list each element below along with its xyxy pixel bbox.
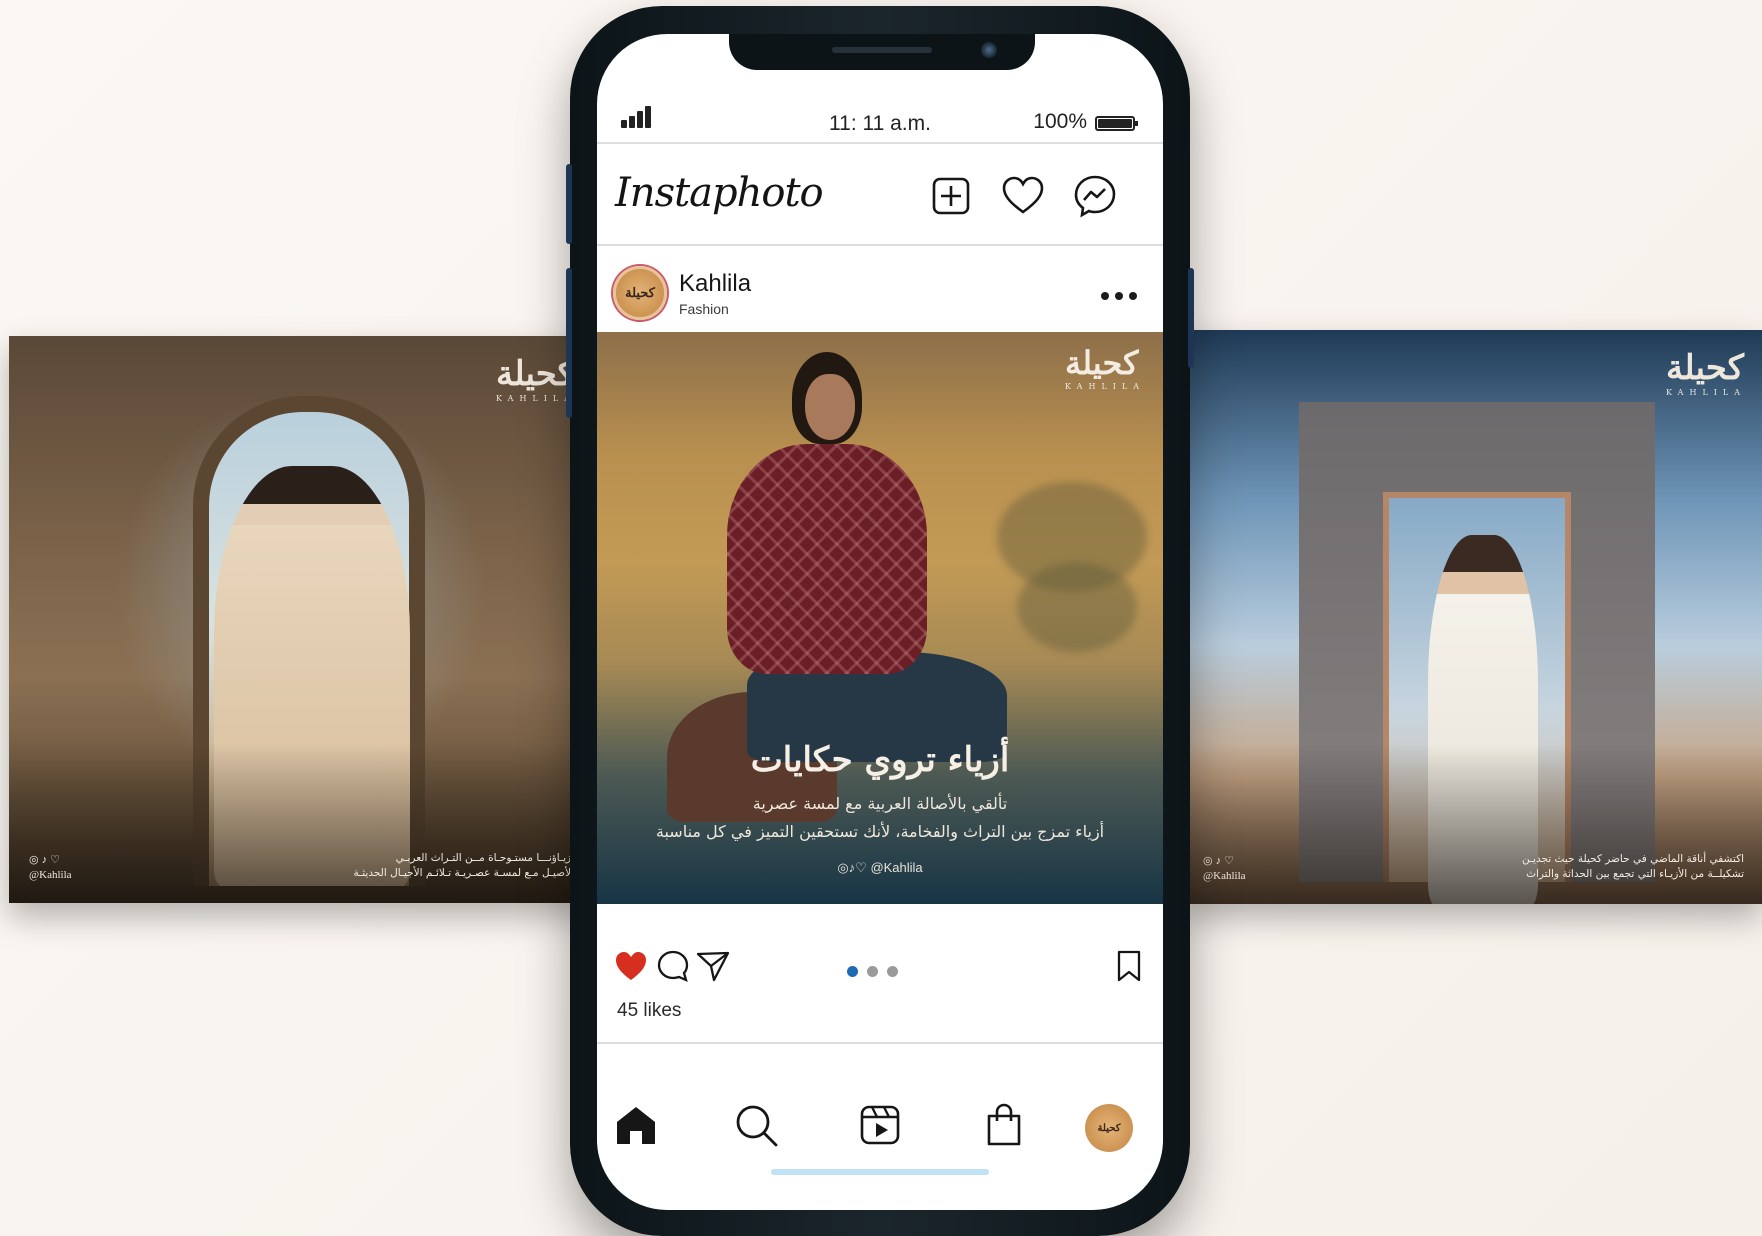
share-send-icon[interactable] (695, 948, 731, 984)
battery-percent: 100% (1033, 110, 1087, 133)
post-tagline: أزياء تمزج بين التراث والفخامة، لأنك تست… (655, 822, 1105, 841)
volume-button (566, 268, 572, 418)
caption-line: اكتشفي أناقة الماضي في حاضر كحيلة حيث تج… (1521, 853, 1744, 865)
shop-icon[interactable] (981, 1102, 1027, 1148)
likes-count[interactable]: 45 likes (617, 1000, 681, 1022)
caption-line: الأصيـل مـع لمسـة عصـريـة تـلائـم الأجيـ… (353, 867, 574, 879)
notch (729, 34, 1035, 70)
account-avatar[interactable]: كحيلة (613, 266, 667, 320)
account-subtitle: Fashion (679, 301, 729, 317)
comment-icon[interactable] (655, 948, 691, 984)
brand-logo-tag: KAHLILA (496, 394, 576, 403)
speaker (832, 47, 932, 53)
brand-logo-tag: KAHLILA (1065, 382, 1145, 391)
poster-right: كحيلة KAHLILA ◎♪♡ @Kahlila اكتشفي أناقة … (1183, 330, 1762, 904)
carousel-dot[interactable] (847, 966, 858, 977)
reels-icon[interactable] (857, 1102, 903, 1148)
social-handle: ◎♪♡ @Kahlila (29, 853, 72, 881)
power-button (1188, 268, 1194, 368)
caption-line: أزيـاؤنـــا مستـوحـاة مــن التـراث العرب… (395, 852, 574, 864)
search-icon[interactable] (733, 1102, 779, 1148)
home-indicator[interactable] (771, 1169, 989, 1175)
post-image[interactable]: كحيلة KAHLILA أزياء تروي حكايات تألقي با… (597, 332, 1163, 904)
carousel-dot[interactable] (887, 966, 898, 977)
profile-avatar[interactable]: كحيلة (1085, 1104, 1133, 1152)
brand-logo: كحيلة KAHLILA (1666, 348, 1746, 397)
carousel-indicator[interactable] (847, 966, 907, 978)
background-tree (1017, 562, 1137, 652)
post-headline: أزياء تروي حكايات (750, 740, 1010, 780)
bottom-nav: كحيلة (597, 1044, 1163, 1154)
brand-logo-text: كحيلة (496, 354, 574, 394)
home-icon[interactable] (613, 1102, 659, 1148)
phone-mockup: 11: 11 a.m. 100% Instaphoto كحيلة Kahlil… (566, 6, 1194, 1236)
phone-screen: 11: 11 a.m. 100% Instaphoto كحيلة Kahlil… (597, 34, 1163, 1210)
social-icons: ◎♪♡ (837, 860, 867, 875)
poster-left: كحيلة KAHLILA ◎♪♡ @Kahlila أزيـاؤنـــا م… (9, 336, 592, 903)
brand-logo-text: كحيلة (1065, 344, 1139, 382)
caption-line: تشكيلــة من الأزيـاء التي تجمع بين الحدا… (1526, 868, 1744, 880)
volume-button (566, 164, 572, 244)
battery-icon (1095, 116, 1138, 131)
model-face (805, 374, 855, 440)
heart-icon[interactable] (999, 172, 1047, 220)
social-icons: ◎♪♡ (1203, 855, 1237, 867)
add-post-icon[interactable] (927, 172, 975, 220)
social-handle: ◎♪♡ @Kahlila (1203, 854, 1246, 882)
post-handle: ◎♪♡ @Kahlila (597, 860, 1163, 876)
poster-caption: أزيـاؤنـــا مستـوحـاة مــن التـراث العرب… (314, 851, 574, 881)
more-options-icon[interactable] (1101, 292, 1141, 302)
handle-text: @Kahlila (870, 860, 923, 875)
brand-logo-text: كحيلة (1666, 348, 1744, 388)
status-bar: 11: 11 a.m. 100% (597, 92, 1163, 142)
poster-caption: اكتشفي أناقة الماضي في حاضر كحيلة حيث تج… (1504, 852, 1744, 882)
app-logo[interactable]: Instaphoto (615, 170, 824, 216)
messenger-icon[interactable] (1071, 172, 1119, 220)
model-blouse (727, 444, 927, 674)
camera (981, 42, 997, 58)
handle-text: @Kahlila (29, 869, 72, 881)
brand-logo-tag: KAHLILA (1666, 388, 1746, 397)
brand-logo: كحيلة KAHLILA (1065, 344, 1145, 391)
social-icons: ◎♪♡ (29, 854, 63, 866)
app-header: Instaphoto (597, 144, 1163, 246)
carousel-dot[interactable] (867, 966, 878, 977)
like-heart-icon[interactable] (613, 948, 649, 984)
account-name[interactable]: Kahlila (679, 270, 751, 298)
post-actions: 45 likes (597, 914, 1163, 1034)
post-header: كحيلة Kahlila Fashion (597, 246, 1163, 324)
handle-text: @Kahlila (1203, 870, 1246, 882)
brand-logo: كحيلة KAHLILA (496, 354, 576, 403)
post-tagline: تألقي بالأصالة العربية مع لمسة عصرية (752, 794, 1008, 813)
bookmark-icon[interactable] (1111, 948, 1147, 984)
